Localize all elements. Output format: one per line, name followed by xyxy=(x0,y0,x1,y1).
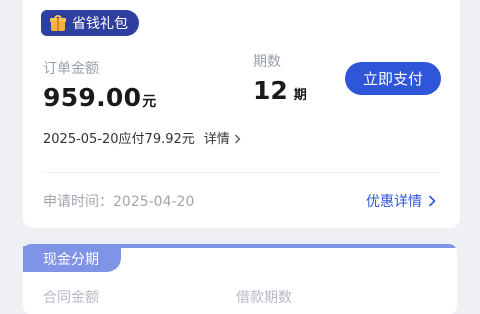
order-amount-value: 959.00 xyxy=(43,83,142,112)
amount-unit: 元 xyxy=(142,94,157,110)
periods: 12 期 xyxy=(253,76,307,105)
chevron-right-icon xyxy=(234,134,241,144)
periods-value: 12 xyxy=(253,76,288,105)
contract-amount-label: 合同金额 xyxy=(43,290,99,306)
due-detail-link[interactable]: 详情 xyxy=(204,132,241,147)
periods-label: 期数 xyxy=(253,54,281,70)
gift-pack-badge[interactable]: 省钱礼包 xyxy=(41,10,139,36)
due-text: 2025-05-20应付79.92元 xyxy=(43,132,195,147)
pay-now-button[interactable]: 立即支付 xyxy=(345,62,441,95)
promo-detail-link[interactable]: 优惠详情 xyxy=(366,191,437,211)
gift-pack-label: 省钱礼包 xyxy=(72,16,128,32)
order-amount-label: 订单金额 xyxy=(43,61,99,77)
apply-time: 申请时间：2025-04-20 xyxy=(43,194,195,210)
periods-unit: 期 xyxy=(293,88,307,103)
divider xyxy=(43,172,440,173)
cash-installment-tab[interactable]: 现金分期 xyxy=(23,246,121,272)
chevron-right-icon xyxy=(429,195,437,207)
gift-icon xyxy=(50,15,66,31)
due-info[interactable]: 2025-05-20应付79.92元 详情 xyxy=(43,128,241,147)
loan-periods-label: 借款期数 xyxy=(236,290,292,306)
order-amount: 959.00元 xyxy=(43,83,157,112)
